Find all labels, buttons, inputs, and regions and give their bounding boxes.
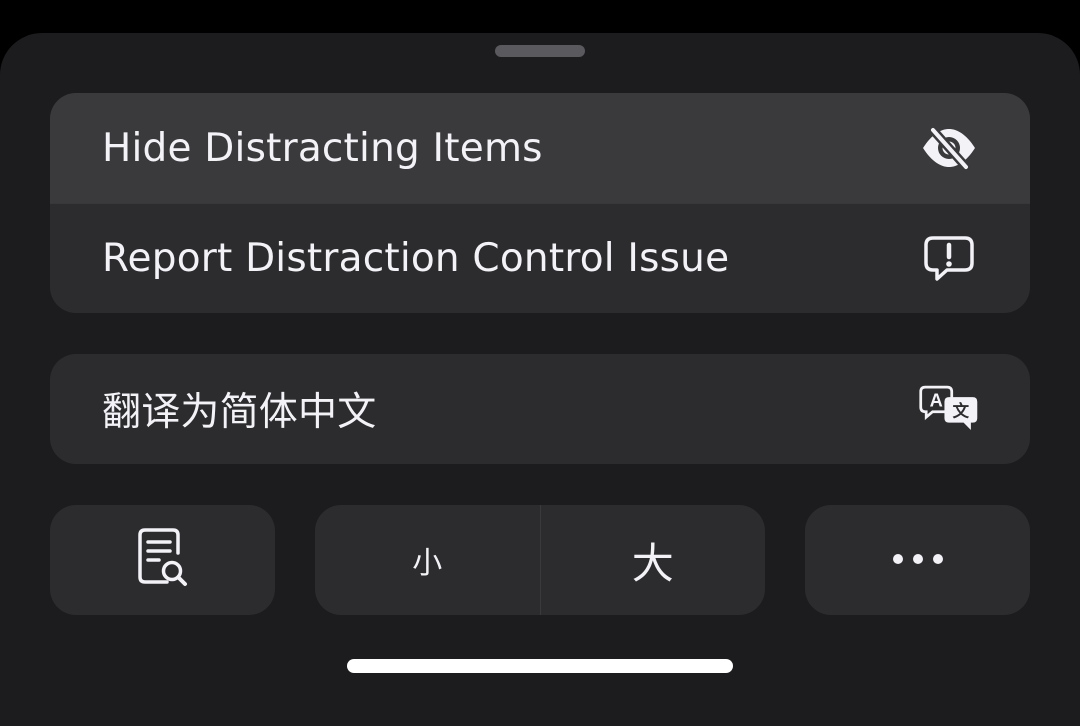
translate-group: 翻译为简体中文 A 文 <box>50 354 1030 464</box>
report-distraction-issue-item[interactable]: Report Distraction Control Issue <box>50 203 1030 313</box>
ellipsis-icon <box>891 551 945 570</box>
reader-button[interactable] <box>50 505 275 615</box>
translate-icon: A 文 <box>918 383 980 435</box>
sheet-grabber-handle[interactable] <box>495 45 585 57</box>
more-options-button[interactable] <box>805 505 1030 615</box>
document-magnifier-icon <box>137 527 189 593</box>
distraction-control-group: Hide Distracting Items Report Distractio… <box>50 93 1030 313</box>
hide-distracting-items-item[interactable]: Hide Distracting Items <box>50 93 1030 203</box>
text-size-control: 小 大 <box>315 505 765 615</box>
translate-page-label: 翻译为简体中文 <box>102 390 377 435</box>
svg-text:A: A <box>930 389 943 410</box>
home-indicator[interactable] <box>347 659 733 673</box>
exclamation-bubble-icon <box>918 233 980 285</box>
menu-sheet: Hide Distracting Items Report Distractio… <box>0 33 1080 726</box>
increase-text-size-button[interactable]: 大 <box>541 505 766 615</box>
hide-distracting-items-label: Hide Distracting Items <box>102 125 543 171</box>
report-distraction-issue-label: Report Distraction Control Issue <box>102 236 730 281</box>
decrease-text-size-button[interactable]: 小 <box>315 505 540 615</box>
svg-text:文: 文 <box>953 401 970 420</box>
translate-page-item[interactable]: 翻译为简体中文 A 文 <box>50 354 1030 464</box>
eye-slash-icon <box>918 122 980 174</box>
